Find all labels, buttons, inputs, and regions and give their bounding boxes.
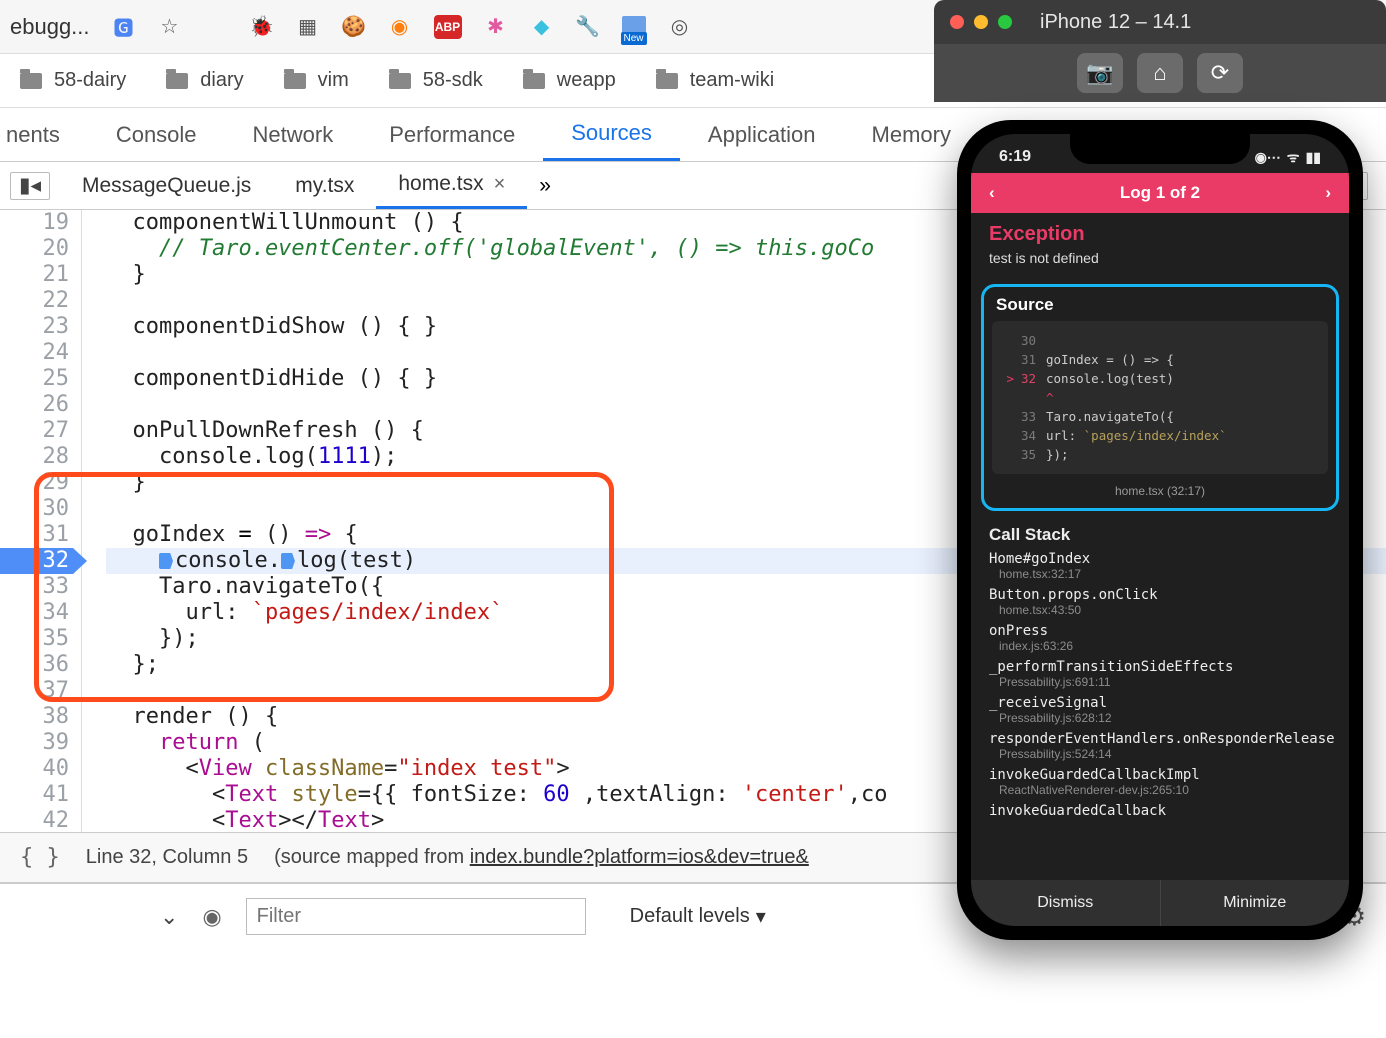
ubuntu-icon[interactable]: ◉ xyxy=(388,15,412,39)
folder-new-icon[interactable]: New xyxy=(622,15,646,39)
bookmark-diary[interactable]: diary xyxy=(166,69,243,92)
chevron-down-icon: ▾ xyxy=(756,904,766,929)
callstack-item[interactable]: onPressindex.js:63:26 xyxy=(989,623,1331,653)
callstack-item[interactable]: invokeGuardedCallbackImplReactNativeRend… xyxy=(989,767,1331,797)
cursor-position: Line 32, Column 5 xyxy=(86,846,248,869)
disc-icon[interactable]: ◎ xyxy=(668,15,692,39)
chevron-left-icon[interactable]: ‹ xyxy=(989,183,995,203)
bookmark-star-icon[interactable]: ☆ xyxy=(158,15,182,39)
bookmark-vim[interactable]: vim xyxy=(284,69,349,92)
translate-icon[interactable]: 🅶 xyxy=(112,15,136,39)
folder-icon xyxy=(523,73,545,89)
qr-icon[interactable]: ▦ xyxy=(296,15,320,39)
simulator-title: iPhone 12 – 14.1 xyxy=(1040,11,1191,34)
tab-console[interactable]: Console xyxy=(88,108,225,161)
home-icon[interactable]: ⌂ xyxy=(1137,53,1183,93)
battery-icon: ▮▮ xyxy=(1306,149,1321,166)
tab-network[interactable]: Network xyxy=(225,108,362,161)
tab-title-partial: ebugg... xyxy=(10,14,90,40)
kite-icon[interactable]: ◆ xyxy=(530,15,554,39)
chevron-down-icon[interactable]: ⌄ xyxy=(160,904,178,930)
log-levels-select[interactable]: Default levels▾ xyxy=(630,904,766,929)
folder-icon xyxy=(389,73,411,89)
exception-title: Exception xyxy=(989,223,1331,246)
device-notch xyxy=(1070,134,1250,164)
wrench-icon[interactable]: 🔧 xyxy=(576,15,600,39)
exception-block: Exception test is not defined xyxy=(971,213,1349,278)
callstack-item[interactable]: invokeGuardedCallback xyxy=(989,803,1331,819)
window-minimize-icon[interactable] xyxy=(974,15,988,29)
iphone-device: 6:19 ◉⋯ ᯤ ▮▮ ‹ Log 1 of 2 › Exception te… xyxy=(957,120,1363,940)
clock: 6:19 xyxy=(999,148,1031,167)
cookie-icon[interactable]: 🍪 xyxy=(342,15,366,39)
tab-application[interactable]: Application xyxy=(680,108,844,161)
source-map-link[interactable]: index.bundle?platform=ios&dev=true& xyxy=(470,846,809,868)
exception-message: test is not defined xyxy=(989,250,1331,266)
folder-icon xyxy=(656,73,678,89)
tab-sources[interactable]: Sources xyxy=(543,108,680,161)
folder-icon xyxy=(20,73,42,89)
folder-icon xyxy=(166,73,188,89)
callstack-section[interactable]: Call Stack Home#goIndexhome.tsx:32:17 But… xyxy=(971,517,1349,833)
callstack-item[interactable]: Home#goIndexhome.tsx:32:17 xyxy=(989,551,1331,581)
octopus-icon[interactable]: ✱ xyxy=(484,15,508,39)
bookmark-team-wiki[interactable]: team-wiki xyxy=(656,69,774,92)
tab-performance[interactable]: Performance xyxy=(361,108,543,161)
file-tab-messagequeue[interactable]: MessageQueue.js xyxy=(60,162,273,209)
file-tab-my-tsx[interactable]: my.tsx xyxy=(273,162,376,209)
rotate-icon[interactable]: ⟳ xyxy=(1197,53,1243,93)
source-file: home.tsx (32:17) xyxy=(992,484,1328,498)
window-close-icon[interactable] xyxy=(950,15,964,29)
gutter[interactable]: 1920212223242526272829303132333435363738… xyxy=(0,210,82,832)
bookmark-58-dairy[interactable]: 58-dairy xyxy=(20,69,126,92)
simulator-window: iPhone 12 – 14.1 📷 ⌂ ⟳ 6:19 ◉⋯ ᯤ ▮▮ ‹ Lo… xyxy=(934,0,1386,940)
bookmark-58-sdk[interactable]: 58-sdk xyxy=(389,69,483,92)
file-tab-home-tsx[interactable]: home.tsx× xyxy=(376,162,527,209)
simulator-titlebar[interactable]: iPhone 12 – 14.1 xyxy=(934,0,1386,44)
callstack-item[interactable]: responderEventHandlers.onResponderReleas… xyxy=(989,731,1331,761)
log-counter: Log 1 of 2 xyxy=(1120,183,1200,203)
device-screen[interactable]: 6:19 ◉⋯ ᯤ ▮▮ ‹ Log 1 of 2 › Exception te… xyxy=(971,134,1349,926)
source-code: 3031goIndex = () => {>32 console.log(tes… xyxy=(992,321,1328,474)
close-icon[interactable]: × xyxy=(494,173,506,196)
simulator-toolbar: 📷 ⌂ ⟳ xyxy=(934,44,1386,102)
dismiss-button[interactable]: Dismiss xyxy=(971,880,1161,926)
minimize-button[interactable]: Minimize xyxy=(1161,880,1350,926)
filter-input[interactable] xyxy=(246,898,586,935)
chevron-right-icon[interactable]: › xyxy=(1325,183,1331,203)
callstack-item[interactable]: _receiveSignalPressability.js:628:12 xyxy=(989,695,1331,725)
logbox-footer: Dismiss Minimize xyxy=(971,880,1349,926)
ext-icon[interactable]: 🐞 xyxy=(250,15,274,39)
eye-icon[interactable]: ◉ xyxy=(202,904,221,930)
logbox-header: ‹ Log 1 of 2 › xyxy=(971,173,1349,213)
source-section: Source 3031goIndex = () => {>32 console.… xyxy=(981,284,1339,511)
source-map-info: (source mapped from index.bundle?platfor… xyxy=(274,846,809,869)
callstack-title: Call Stack xyxy=(989,525,1331,545)
callstack-item[interactable]: _performTransitionSideEffectsPressabilit… xyxy=(989,659,1331,689)
folder-icon xyxy=(284,73,306,89)
wifi-icon: ◉⋯ xyxy=(1255,149,1281,166)
pretty-print-icon[interactable]: { } xyxy=(20,845,60,870)
tab-elements-partial[interactable]: nents xyxy=(0,108,88,161)
bookmark-weapp[interactable]: weapp xyxy=(523,69,616,92)
wifi-icon: ᯤ xyxy=(1287,148,1300,167)
abp-icon[interactable]: ABP xyxy=(434,15,462,39)
left-panel-toggle-icon[interactable]: ▮◂ xyxy=(10,172,50,200)
more-tabs-icon[interactable]: » xyxy=(527,174,563,198)
window-zoom-icon[interactable] xyxy=(998,15,1012,29)
screenshot-icon[interactable]: 📷 xyxy=(1077,53,1123,93)
source-label: Source xyxy=(992,295,1328,321)
callstack-item[interactable]: Button.props.onClickhome.tsx:43:50 xyxy=(989,587,1331,617)
